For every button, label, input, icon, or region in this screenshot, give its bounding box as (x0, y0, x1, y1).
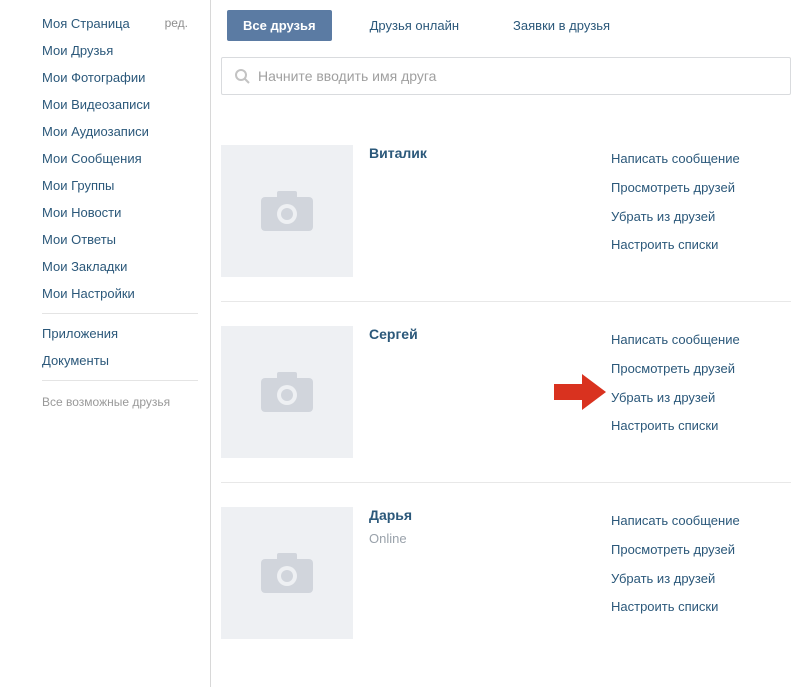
action-configure-lists[interactable]: Настроить списки (611, 412, 791, 441)
sidebar-item-label: Мои Закладки (42, 259, 127, 274)
sidebar-item-apps[interactable]: Приложения (0, 320, 210, 347)
sidebar-item-documents[interactable]: Документы (0, 347, 210, 374)
sidebar-item-label: Мои Группы (42, 178, 114, 193)
sidebar-item-messages[interactable]: Мои Сообщения (0, 145, 210, 172)
action-write-message[interactable]: Написать сообщение (611, 145, 791, 174)
sidebar-item-label: Мои Друзья (42, 43, 113, 58)
action-view-friends[interactable]: Просмотреть друзей (611, 355, 791, 384)
tab-all-friends[interactable]: Все друзья (227, 10, 332, 41)
friend-name[interactable]: Виталик (369, 145, 611, 161)
action-configure-lists[interactable]: Настроить списки (611, 593, 791, 622)
action-remove-friend[interactable]: Убрать из друзей (611, 565, 791, 594)
sidebar-item-audio[interactable]: Мои Аудиозаписи (0, 118, 210, 145)
avatar[interactable] (221, 507, 353, 639)
sidebar-divider (42, 313, 198, 314)
sidebar-item-videos[interactable]: Мои Видеозаписи (0, 91, 210, 118)
action-write-message[interactable]: Написать сообщение (611, 507, 791, 536)
sidebar-item-label: Мои Новости (42, 205, 121, 220)
sidebar-item-label: Мои Аудиозаписи (42, 124, 149, 139)
sidebar-item-answers[interactable]: Мои Ответы (0, 226, 210, 253)
camera-icon (259, 189, 315, 233)
action-view-friends[interactable]: Просмотреть друзей (611, 536, 791, 565)
sidebar-item-label: Мои Сообщения (42, 151, 142, 166)
sidebar-item-label: Документы (42, 353, 109, 368)
search-icon (234, 68, 250, 84)
sidebar-item-friends[interactable]: Мои Друзья (0, 37, 210, 64)
tab-friend-requests[interactable]: Заявки в друзья (497, 10, 626, 41)
sidebar-item-label: Мои Видеозаписи (42, 97, 150, 112)
action-remove-friend[interactable]: Убрать из друзей (611, 384, 791, 413)
sidebar-divider (42, 380, 198, 381)
action-write-message[interactable]: Написать сообщение (611, 326, 791, 355)
friend-name[interactable]: Сергей (369, 326, 611, 342)
sidebar-item-edit[interactable]: ред. (165, 16, 188, 31)
sidebar-item-label: Мои Фотографии (42, 70, 145, 85)
action-view-friends[interactable]: Просмотреть друзей (611, 174, 791, 203)
action-configure-lists[interactable]: Настроить списки (611, 231, 791, 260)
sidebar-item-label: Мои Ответы (42, 232, 116, 247)
sidebar-item-label: Мои Настройки (42, 286, 135, 301)
annotation-arrow-icon (554, 374, 606, 410)
sidebar-item-settings[interactable]: Мои Настройки (0, 280, 210, 307)
sidebar-item-news[interactable]: Мои Новости (0, 199, 210, 226)
sidebar-item-bookmarks[interactable]: Мои Закладки (0, 253, 210, 280)
avatar[interactable] (221, 326, 353, 458)
friend-row: Сергей Написать сообщение Просмотреть др… (221, 326, 791, 483)
friend-row: Виталик Написать сообщение Просмотреть д… (221, 145, 791, 302)
search-input[interactable] (258, 68, 778, 84)
camera-icon (259, 551, 315, 595)
sidebar-item-label: Приложения (42, 326, 118, 341)
sidebar-item-photos[interactable]: Мои Фотографии (0, 64, 210, 91)
friend-name[interactable]: Дарья (369, 507, 611, 523)
sidebar-all-possible-friends[interactable]: Все возможные друзья (0, 387, 210, 415)
sidebar-item-groups[interactable]: Мои Группы (0, 172, 210, 199)
sidebar-item-label: Моя Страница (42, 16, 130, 31)
action-remove-friend[interactable]: Убрать из друзей (611, 203, 791, 232)
sidebar-item-my-page[interactable]: Моя Страница ред. (0, 10, 210, 37)
camera-icon (259, 370, 315, 414)
search-box[interactable] (221, 57, 791, 95)
friend-status: Online (369, 531, 611, 546)
tab-friends-online[interactable]: Друзья онлайн (354, 10, 475, 41)
friend-row: Дарья Online Написать сообщение Просмотр… (221, 507, 791, 663)
avatar[interactable] (221, 145, 353, 277)
